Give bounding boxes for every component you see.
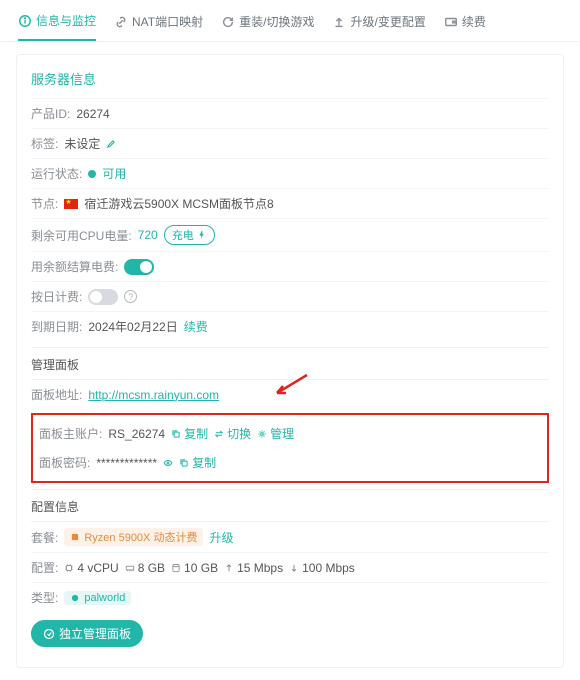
config-section-title: 配置信息 <box>31 489 549 521</box>
spec-ram-value: 8 GB <box>138 561 165 575</box>
tab-info[interactable]: 信息与监控 <box>18 6 96 41</box>
link-icon <box>114 15 128 29</box>
copy-account-button[interactable]: 复制 <box>171 425 208 442</box>
row-tag: 标签: 未设定 <box>31 128 549 158</box>
row-product-id: 产品ID: 26274 <box>31 98 549 128</box>
plan-label: 套餐: <box>31 529 58 546</box>
type-chip-label: palworld <box>84 592 125 604</box>
spec-download: 100 Mbps <box>289 561 355 575</box>
tab-info-label: 信息与监控 <box>36 12 96 29</box>
open-panel-button-label: 独立管理面板 <box>59 625 131 642</box>
daily-toggle[interactable] <box>88 289 118 305</box>
open-panel-button[interactable]: 独立管理面板 <box>31 620 143 647</box>
tag-value: 未设定 <box>64 135 100 152</box>
config-label: 配置: <box>31 559 58 576</box>
row-expire: 到期日期: 2024年02月22日 续费 <box>31 311 549 341</box>
spec-vcpu: 4 vCPU <box>64 561 118 575</box>
tab-nat[interactable]: NAT端口映射 <box>114 6 203 41</box>
panel-acct-value: RS_26274 <box>108 427 165 441</box>
panel-pwd-label: 面板密码: <box>39 454 90 471</box>
cpu-label: 剩余可用CPU电量: <box>31 227 132 244</box>
edit-tag-button[interactable] <box>106 139 116 149</box>
spec-download-value: 100 Mbps <box>302 561 355 575</box>
type-chip: palworld <box>64 591 131 605</box>
cpu-value: 720 <box>138 228 158 242</box>
upgrade-icon <box>332 15 346 29</box>
charge-button-label: 充电 <box>172 227 194 243</box>
server-info-title: 服务器信息 <box>31 65 549 98</box>
main-panel: 服务器信息 产品ID: 26274 标签: 未设定 运行状态: 可用 节点: 宿… <box>16 54 564 668</box>
refresh-icon <box>221 15 235 29</box>
row-cpu: 剩余可用CPU电量: 720 充电 <box>31 218 549 251</box>
renew-link[interactable]: 续费 <box>184 318 208 335</box>
row-daily: 按日计费: ? <box>31 281 549 311</box>
row-panel-account: 面板主账户: RS_26274 复制 切换 管理 <box>39 419 541 448</box>
autopay-toggle[interactable] <box>124 259 154 275</box>
row-plan: 套餐: Ryzen 5900X 动态计费 升级 <box>31 521 549 552</box>
spec-disk-value: 10 GB <box>184 561 218 575</box>
tab-reinstall-label: 重装/切换游戏 <box>239 13 314 30</box>
row-status: 运行状态: 可用 <box>31 158 549 188</box>
autopay-label: 用余额结算电费: <box>31 258 118 275</box>
manage-account-label: 管理 <box>270 425 294 442</box>
tab-nat-label: NAT端口映射 <box>132 13 203 30</box>
row-type: 类型: palworld <box>31 582 549 612</box>
spec-upload-value: 15 Mbps <box>237 561 283 575</box>
row-node: 节点: 宿迁游戏云5900X MCSM面板节点8 <box>31 188 549 218</box>
product-id-value: 26274 <box>76 107 109 121</box>
tab-bar: 信息与监控 NAT端口映射 重装/切换游戏 升级/变更配置 续费 <box>0 0 580 42</box>
china-flag-icon <box>64 199 78 209</box>
tab-upgrade[interactable]: 升级/变更配置 <box>332 6 425 41</box>
expire-label: 到期日期: <box>31 318 82 335</box>
status-dot-icon <box>88 170 96 178</box>
daily-help-icon[interactable]: ? <box>124 290 137 303</box>
status-label: 运行状态: <box>31 165 82 182</box>
annotation-arrow-icon <box>271 373 311 399</box>
manage-account-button[interactable]: 管理 <box>257 425 294 442</box>
charge-button[interactable]: 充电 <box>164 225 215 245</box>
wallet-icon <box>444 15 458 29</box>
copy-account-label: 复制 <box>184 425 208 442</box>
panel-pwd-value: ************* <box>96 456 157 470</box>
product-id-label: 产品ID: <box>31 105 70 122</box>
status-value: 可用 <box>102 165 126 182</box>
daily-label: 按日计费: <box>31 288 82 305</box>
credentials-highlight-box: 面板主账户: RS_26274 复制 切换 管理 面板密码: *********… <box>31 413 549 483</box>
copy-password-button[interactable]: 复制 <box>179 454 216 471</box>
row-actions: 独立管理面板 <box>31 612 549 653</box>
row-config: 配置: 4 vCPU 8 GB 10 GB 15 Mbps 100 Mbps <box>31 552 549 582</box>
spec-disk: 10 GB <box>171 561 218 575</box>
tab-reinstall[interactable]: 重装/切换游戏 <box>221 6 314 41</box>
switch-account-button[interactable]: 切换 <box>214 425 251 442</box>
plan-chip: Ryzen 5900X 动态计费 <box>64 528 203 546</box>
row-panel-password: 面板密码: ************* 复制 <box>39 448 541 477</box>
tab-upgrade-label: 升级/变更配置 <box>350 13 425 30</box>
info-icon <box>18 14 32 28</box>
reveal-password-button[interactable] <box>163 458 173 468</box>
node-label: 节点: <box>31 195 58 212</box>
tag-label: 标签: <box>31 135 58 152</box>
spec-ram: 8 GB <box>125 561 165 575</box>
copy-password-label: 复制 <box>192 454 216 471</box>
panel-acct-label: 面板主账户: <box>39 425 102 442</box>
upgrade-link[interactable]: 升级 <box>209 529 233 546</box>
tab-renew[interactable]: 续费 <box>444 6 486 41</box>
spec-vcpu-value: 4 vCPU <box>77 561 118 575</box>
node-value: 宿迁游戏云5900X MCSM面板节点8 <box>84 195 273 212</box>
type-label: 类型: <box>31 589 58 606</box>
plan-chip-label: Ryzen 5900X 动态计费 <box>84 529 197 545</box>
row-autopay: 用余额结算电费: <box>31 251 549 281</box>
tab-renew-label: 续费 <box>462 13 486 30</box>
expire-value: 2024年02月22日 <box>88 318 177 335</box>
panel-url-label: 面板地址: <box>31 386 82 403</box>
spec-upload: 15 Mbps <box>224 561 283 575</box>
switch-account-label: 切换 <box>227 425 251 442</box>
panel-url-link[interactable]: http://mcsm.rainyun.com <box>88 388 219 402</box>
